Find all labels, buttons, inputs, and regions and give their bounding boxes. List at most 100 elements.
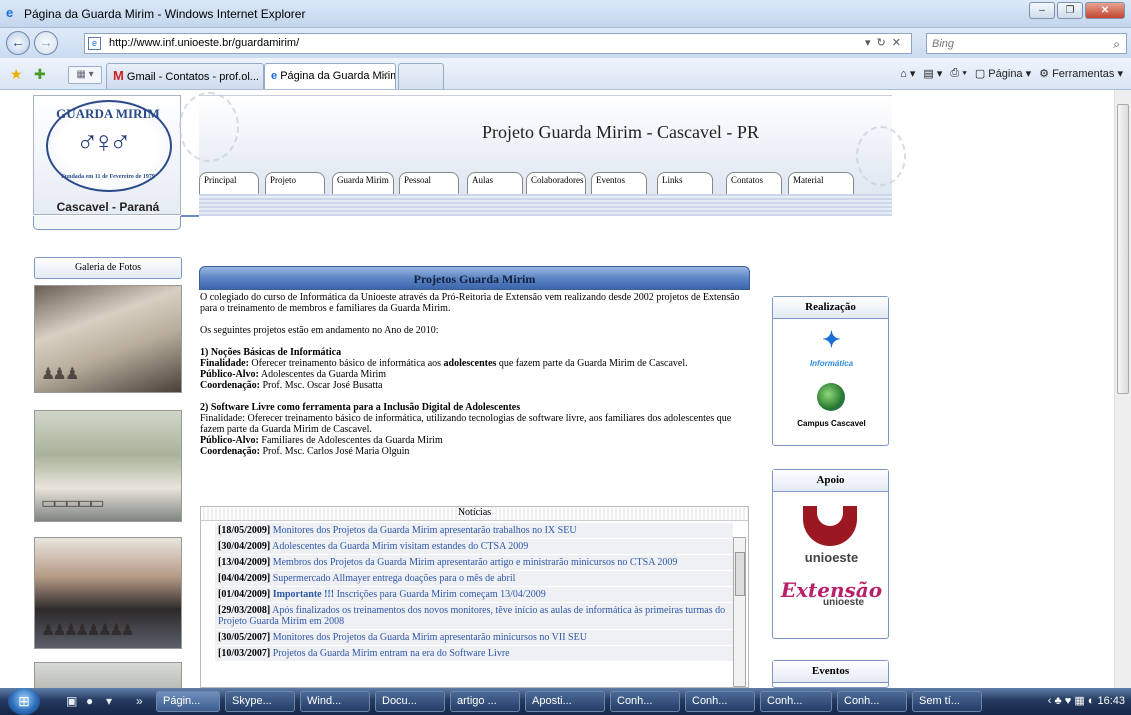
tools-menu[interactable]: ⚙ Ferramentas ▾ [1039,67,1123,80]
taskbar-item[interactable]: Wind... [300,691,370,712]
divider [181,215,199,217]
gallery-photo[interactable] [34,662,182,688]
people-figures-icon: ▭▭▭▭▭ [41,495,105,512]
tab-guarda-mirim[interactable]: e Página da Guarda Mirim ✕ [264,63,396,89]
news-scrollbar[interactable] [733,537,746,687]
home-icon[interactable]: ⌂ ▾ [900,67,915,80]
gallery-photo[interactable]: ♟♟♟♟♟♟♟♟ [34,537,182,649]
banner-title: Projeto Guarda Mirim - Cascavel - PR [482,122,759,142]
project-2-publico: Público-Alvo: Familiares de Adolescentes… [200,435,443,446]
forward-button[interactable]: → [34,31,58,55]
logo-side-text: Fundada em 11 de Fevereiro de 1979 [61,174,155,180]
nav-aulas[interactable]: Aulas [467,172,523,194]
campus-label: Campus Cascavel [797,419,866,428]
more-icon[interactable]: » [136,694,143,708]
nav-eventos[interactable]: Eventos [591,172,647,194]
nav-colaboradores[interactable]: Colaboradores [526,172,586,194]
favorites-star-icon[interactable]: ★ [10,66,23,83]
news-item[interactable]: [13/04/2009] Membros dos Projetos da Gua… [215,555,733,571]
restore-button[interactable]: ❐ [1057,2,1083,19]
taskbar-item[interactable]: Págin... [156,691,220,712]
page-content: GUARDA MIRIM ♂♀♂ Fundada em 11 de Fevere… [0,90,1131,688]
news-item[interactable]: [18/05/2009] Monitores dos Projetos da G… [215,523,733,539]
search-input[interactable] [927,34,1097,53]
apoio-header: Apoio [773,470,888,492]
search-box[interactable]: ⌕ [926,33,1127,54]
show-desktop-icon[interactable]: ▣ [66,694,77,708]
window-title: Página da Guarda Mirim - Windows Interne… [24,7,306,21]
taskbar-item[interactable]: artigo ... [450,691,520,712]
news-item[interactable]: [30/05/2007] Monitores dos Projetos da G… [215,630,733,646]
page-menu[interactable]: ▢ Página ▾ [975,67,1031,80]
quick-launch-icon[interactable]: ● [86,694,93,708]
project-2-coordenacao: Coordenação: Prof. Msc. Carlos José Mari… [200,446,410,457]
feeds-icon[interactable]: ▤ ▾ [923,67,942,80]
news-item[interactable]: [29/03/2008] Após finalizados os treinam… [215,603,733,630]
add-favorite-icon[interactable]: ✚ [34,66,46,83]
nav-projeto[interactable]: Projeto [265,172,325,194]
close-window-button[interactable]: ✕ [1085,2,1125,19]
guarda-mirim-logo[interactable]: GUARDA MIRIM ♂♀♂ Fundada em 11 de Fevere… [33,95,181,215]
taskbar-item[interactable]: Sem tí... [912,691,982,712]
panel-title: Projetos Guarda Mirim [413,272,536,286]
quick-tabs-button[interactable]: ▦ ▾ [68,66,102,84]
page-scrollbar[interactable] [1114,90,1131,688]
gallery-photo[interactable]: ♟♟ ♟ [34,285,182,393]
print-icon[interactable]: ⎙ ▾ [950,67,966,80]
address-toolbar: ← → e http://www.inf.unioeste.br/guardam… [0,28,1131,58]
nav-principal[interactable]: Principal [199,172,259,194]
news-scroll-thumb[interactable] [735,552,745,596]
taskbar-item[interactable]: Docu... [375,691,445,712]
taskbar-item[interactable]: Conh... [837,691,907,712]
system-tray: ‹ ♣ ♥ ▦ ◐ 16:43 [1048,688,1131,715]
banner-strip [199,194,892,216]
eventos-box: Eventos [772,660,889,688]
informatica-logo-icon[interactable]: ✦ [773,327,890,353]
taskbar-item[interactable]: Aposti... [525,691,605,712]
gmail-icon: M [113,68,124,83]
news-item[interactable]: [04/04/2009] Supermercado Allmayer entre… [215,571,733,587]
clock[interactable]: 16:43 [1097,695,1125,707]
gallery-photo[interactable]: ▭▭▭▭▭ [34,410,182,522]
unioeste-logo-icon[interactable] [803,506,857,546]
tray-icons[interactable]: ‹ ♣ ♥ ▦ ◐ [1048,695,1098,707]
tab-guarda-mirim-label: Página da Guarda Mirim [280,70,396,82]
back-button[interactable]: ← [6,31,30,55]
news-box: Notícias [18/05/2009] Monitores dos Proj… [200,506,749,688]
news-item[interactable]: [30/04/2009] Adolescentes da Guarda Miri… [215,539,733,555]
search-icon[interactable]: ⌕ [1113,37,1120,52]
url-text[interactable]: http://www.inf.unioeste.br/guardamirim/ [109,37,299,49]
nav-links[interactable]: Links [657,172,713,194]
people-figures-icon: ♟♟ ♟ [41,366,80,383]
nav-guarda-mirim[interactable]: Guarda Mirim [332,172,394,194]
refresh-stop-controls[interactable]: ▾↻✕ [865,36,907,49]
eventos-header: Eventos [773,661,888,683]
realizacao-box: Realização ✦ Informática Campus Cascavel [772,296,889,446]
news-item[interactable]: [10/03/2007] Projetos da Guarda Mirim en… [215,646,733,662]
people-figures-icon: ♟♟♟♟♟♟♟♟ [41,622,135,639]
start-button[interactable]: ⊞ [8,688,40,715]
campus-globe-icon[interactable] [817,383,845,411]
ie-logo-icon: e [6,5,14,20]
new-tab-button[interactable] [398,63,444,89]
logo-footer-bar [33,216,181,230]
taskbar-item[interactable]: Conh... [760,691,832,712]
address-bar[interactable]: e http://www.inf.unioeste.br/guardamirim… [84,33,912,54]
news-item[interactable]: [01/04/2009] Importante !!! Inscrições p… [215,587,733,603]
logo-city: Cascavel - Paraná [56,200,160,214]
close-tab-icon[interactable]: ✕ [380,64,389,88]
minimize-button[interactable]: – [1029,2,1055,19]
nav-material[interactable]: Material [788,172,854,194]
favorites-tab-bar: ★ ✚ ▦ ▾ M Gmail - Contatos - prof.ol... … [0,58,1131,90]
page-scroll-thumb[interactable] [1117,104,1129,394]
window-titlebar: e Página da Guarda Mirim - Windows Inter… [0,0,1131,28]
taskbar-item[interactable]: Conh... [610,691,680,712]
project-1-finalidade: Finalidade: Oferecer treinamento básico … [200,358,688,369]
quick-launch-icon[interactable]: ▾ [106,694,112,708]
projects-text: O colegiado do curso de Informática da U… [200,292,740,457]
nav-contatos[interactable]: Contatos [726,172,782,194]
taskbar-item[interactable]: Conh... [685,691,755,712]
tab-gmail[interactable]: M Gmail - Contatos - prof.ol... [106,63,264,89]
taskbar-item[interactable]: Skype... [225,691,295,712]
nav-pessoal[interactable]: Pessoal [399,172,459,194]
